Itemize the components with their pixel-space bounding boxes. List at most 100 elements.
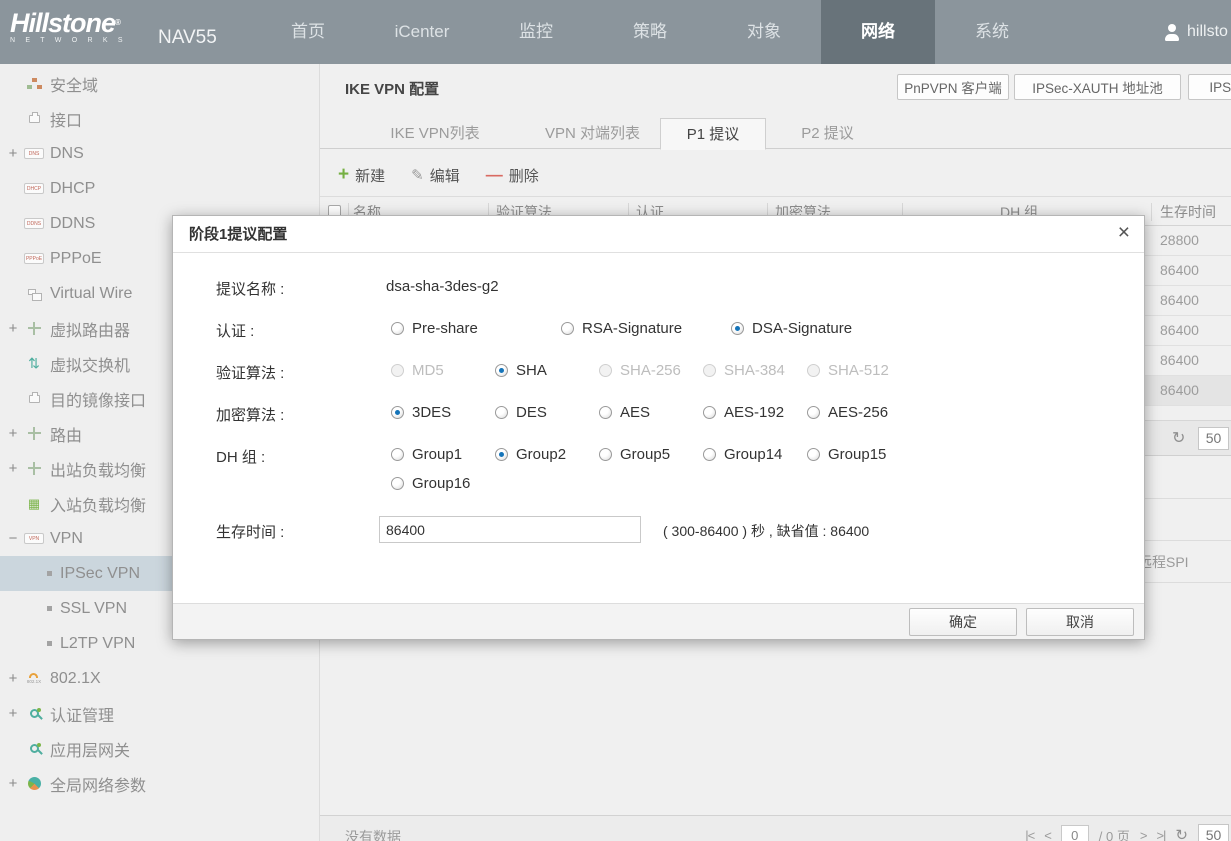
nav-system[interactable]: 系统 bbox=[935, 0, 1049, 64]
vpn-icon: VPN bbox=[22, 533, 46, 544]
expand-icon[interactable]: + bbox=[6, 320, 20, 337]
radio-group14[interactable]: Group14 bbox=[703, 446, 807, 463]
sidebar-item-interface[interactable]: 接口 bbox=[0, 101, 319, 136]
mirror-interface-icon bbox=[22, 395, 46, 403]
radio-3des[interactable]: 3DES bbox=[391, 404, 495, 421]
page-size-select[interactable]: 50 bbox=[1198, 427, 1229, 450]
radio-md5: MD5 bbox=[391, 362, 495, 379]
pnpvpn-client-button[interactable]: PnPVPN 客户端 bbox=[897, 74, 1009, 100]
refresh-icon[interactable]: ↻ bbox=[1172, 428, 1185, 448]
radio-pre-share[interactable]: Pre-share bbox=[391, 320, 561, 337]
brand-subtext: N E T W O R K S bbox=[10, 37, 127, 44]
radio-aes-192[interactable]: AES-192 bbox=[703, 404, 807, 421]
bottom-pager: |< < / 0 页 > >| ↻ 50 bbox=[1025, 824, 1229, 841]
radio-group16[interactable]: Group16 bbox=[391, 475, 495, 492]
refresh-icon[interactable]: ↻ bbox=[1175, 826, 1188, 841]
dns-icon: DNS bbox=[22, 148, 46, 159]
prev-page-icon[interactable]: < bbox=[1044, 828, 1051, 841]
radio-icon bbox=[391, 364, 404, 377]
expand-icon[interactable]: + bbox=[6, 705, 20, 722]
empty-data-text: 没有数据 bbox=[345, 827, 401, 841]
radio-rsa-signature[interactable]: RSA-Signature bbox=[561, 320, 731, 337]
nav-object[interactable]: 对象 bbox=[707, 0, 821, 64]
column-header-remote-spi[interactable]: 远程SPI bbox=[1138, 552, 1189, 572]
dialog-footer: 确定 取消 bbox=[173, 603, 1144, 639]
grid-toolbar: + 新建 ✎ 编辑 — 删除 bbox=[338, 160, 539, 190]
lifetime-input[interactable] bbox=[379, 516, 641, 543]
tab-p2-proposal[interactable]: P2 提议 bbox=[775, 118, 880, 149]
radio-aes-256[interactable]: AES-256 bbox=[807, 404, 911, 421]
ipsec-truncated-button[interactable]: IPSe bbox=[1188, 74, 1231, 100]
next-page-icon[interactable]: > bbox=[1140, 828, 1147, 841]
expand-icon[interactable]: + bbox=[6, 775, 20, 792]
expand-icon[interactable]: + bbox=[6, 145, 20, 162]
radio-icon bbox=[391, 448, 404, 461]
radio-group2[interactable]: Group2 bbox=[495, 446, 599, 463]
tab-p1-proposal[interactable]: P1 提议 bbox=[660, 118, 766, 150]
page-size-select[interactable]: 50 bbox=[1198, 824, 1229, 841]
nav-network[interactable]: 网络 bbox=[821, 0, 935, 64]
tab-ike-vpn-list[interactable]: IKE VPN列表 bbox=[365, 118, 505, 149]
sidebar-item-auth-management[interactable]: + 认证管理 bbox=[0, 696, 319, 731]
sidebar-item-802-1x[interactable]: + 802.1X 802.1X bbox=[0, 661, 319, 696]
bullet-icon bbox=[47, 606, 52, 611]
dh-group-row: DH 组 : Group1 Group2 Group5 Group14 Grou… bbox=[173, 446, 1144, 470]
first-page-icon[interactable]: |< bbox=[1025, 828, 1034, 841]
sidebar-item-alg[interactable]: 应用层网关 bbox=[0, 731, 319, 766]
ok-button[interactable]: 确定 bbox=[909, 608, 1017, 636]
registered-mark: ® bbox=[115, 18, 120, 27]
radio-group15[interactable]: Group15 bbox=[807, 446, 911, 463]
minus-icon: — bbox=[486, 168, 503, 182]
radio-sha[interactable]: SHA bbox=[495, 362, 599, 379]
radio-icon bbox=[703, 448, 716, 461]
radio-des[interactable]: DES bbox=[495, 404, 599, 421]
nav-icenter[interactable]: iCenter bbox=[365, 0, 479, 64]
nav-policy[interactable]: 策略 bbox=[593, 0, 707, 64]
radio-icon bbox=[703, 364, 716, 377]
lifetime-hint: ( 300-86400 ) 秒 , 缺省值 : 86400 bbox=[663, 521, 869, 541]
last-page-icon[interactable]: >| bbox=[1156, 828, 1165, 841]
radio-icon bbox=[391, 406, 404, 419]
radio-dsa-signature[interactable]: DSA-Signature bbox=[731, 320, 901, 337]
ipsec-xauth-pool-button[interactable]: IPSec-XAUTH 地址池 bbox=[1014, 74, 1181, 100]
brand-text: Hillstone bbox=[10, 8, 115, 38]
plus-icon: + bbox=[338, 167, 349, 183]
phase1-proposal-dialog: 阶段1提议配置 × 提议名称 : dsa-sha-3des-g2 认证 : Pr… bbox=[172, 215, 1145, 640]
close-icon[interactable]: × bbox=[1118, 221, 1130, 245]
nav-home[interactable]: 首页 bbox=[251, 0, 365, 64]
nav-monitor[interactable]: 监控 bbox=[479, 0, 593, 64]
sidebar-item-global-network-params[interactable]: + 全局网络参数 bbox=[0, 766, 319, 801]
tab-vpn-peer-list[interactable]: VPN 对端列表 bbox=[530, 118, 655, 149]
radio-group1[interactable]: Group1 bbox=[391, 446, 495, 463]
page-total-label: / 0 页 bbox=[1099, 826, 1130, 841]
auth-management-icon bbox=[22, 709, 46, 718]
inbound-lb-icon bbox=[22, 496, 46, 512]
sidebar-item-dhcp[interactable]: DHCP DHCP bbox=[0, 171, 319, 206]
expand-icon[interactable]: + bbox=[6, 460, 20, 477]
column-header-lifetime[interactable]: 生存时间 bbox=[1160, 197, 1216, 227]
dh-group-options-2: Group16 bbox=[391, 475, 495, 492]
dhcp-icon: DHCP bbox=[22, 183, 46, 194]
sidebar-item-dns[interactable]: + DNS DNS bbox=[0, 136, 319, 171]
radio-aes[interactable]: AES bbox=[599, 404, 703, 421]
page-number-input[interactable] bbox=[1061, 825, 1089, 841]
virtual-router-icon bbox=[22, 322, 46, 335]
collapse-icon[interactable]: − bbox=[6, 530, 20, 547]
lifetime-row: 生存时间 : ( 300-86400 ) 秒 , 缺省值 : 86400 bbox=[173, 516, 1144, 540]
outbound-lb-icon bbox=[22, 462, 46, 475]
alg-icon bbox=[22, 744, 46, 753]
sidebar-item-security-zone[interactable]: 安全域 bbox=[0, 66, 319, 101]
radio-icon bbox=[495, 406, 508, 419]
route-icon bbox=[22, 427, 46, 440]
radio-group5[interactable]: Group5 bbox=[599, 446, 703, 463]
page-title: IKE VPN 配置 bbox=[345, 78, 439, 99]
expand-icon[interactable]: + bbox=[6, 670, 20, 687]
user-menu[interactable]: hillsto bbox=[1164, 0, 1228, 64]
radio-icon bbox=[807, 406, 820, 419]
cancel-button[interactable]: 取消 bbox=[1026, 608, 1134, 636]
edit-button[interactable]: ✎ 编辑 bbox=[411, 165, 460, 186]
expand-icon[interactable]: + bbox=[6, 425, 20, 442]
new-button[interactable]: + 新建 bbox=[338, 165, 385, 186]
delete-button[interactable]: — 删除 bbox=[486, 165, 539, 186]
radio-icon bbox=[703, 406, 716, 419]
